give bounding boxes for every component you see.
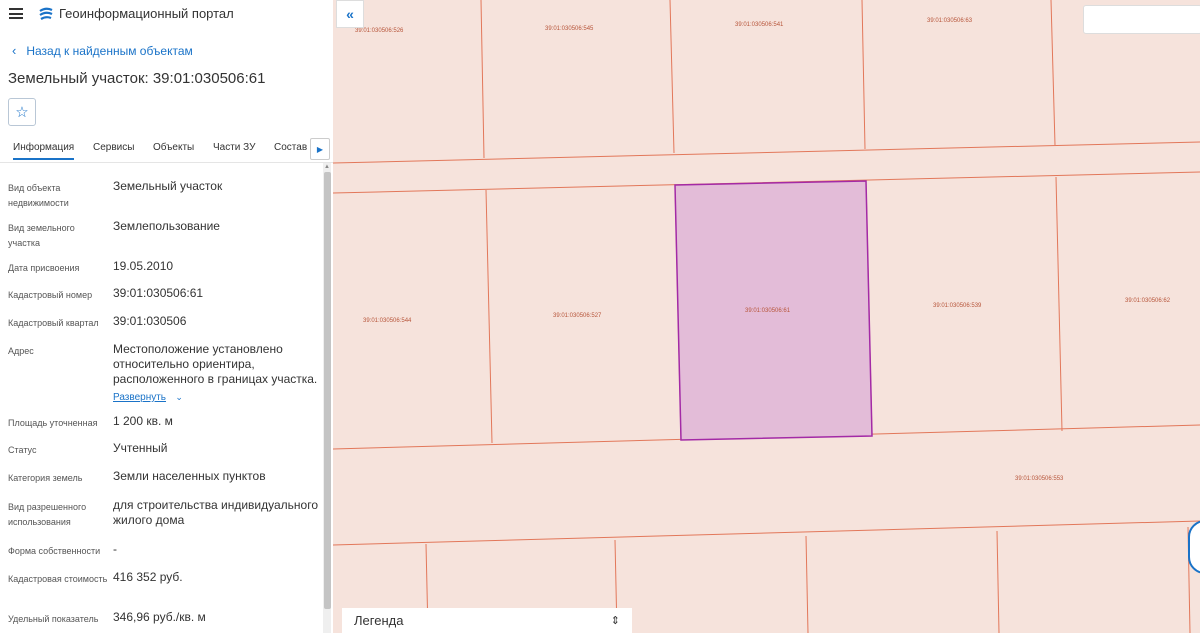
parcel-label: 39:01:030506:541: [735, 22, 784, 28]
property-value: Учтенный: [113, 441, 168, 455]
updown-chevron-icon: ⇕: [610, 615, 620, 627]
double-chevron-left-icon: «: [346, 6, 354, 22]
hamburger-icon[interactable]: [9, 8, 23, 19]
tab-parts[interactable]: Части ЗУ: [213, 142, 255, 153]
parcel-label: 39:01:030506:544: [363, 318, 412, 324]
map-search-input[interactable]: [1083, 5, 1200, 34]
property-value: 19.05.2010: [113, 259, 174, 273]
tab-services[interactable]: Сервисы: [93, 142, 134, 153]
chevron-down-icon: ⌄: [175, 392, 183, 402]
tab-objects[interactable]: Объекты: [153, 142, 194, 153]
tab-bar: Информация Сервисы Объекты Части ЗУ Сост…: [0, 136, 333, 163]
property-value: 1 200 кв. м: [113, 414, 173, 428]
property-value: Земельный участок: [113, 179, 223, 193]
property-label: Удельный показатель: [8, 614, 99, 624]
property-label: Кадастровая стоимость: [8, 574, 108, 584]
property-value: 346,96 руб./кв. м: [113, 610, 206, 624]
property-label: Адрес: [8, 346, 34, 356]
property-value: -: [113, 542, 117, 556]
parcel-label: 39:01:030506:539: [933, 303, 982, 309]
property-label: Вид объекта недвижимости: [8, 183, 69, 208]
parcel-label: 39:01:030506:61: [745, 308, 791, 314]
tabs-scroll-right-button[interactable]: ▶: [310, 138, 330, 160]
favorite-button[interactable]: ☆: [8, 98, 36, 126]
collapse-panel-button[interactable]: «: [336, 0, 364, 28]
property-value: для строительства индивидуального жилого…: [113, 498, 319, 527]
back-link-label: Назад к найденным объектам: [26, 43, 193, 58]
info-panel: Геоинформационный портал ‹ Назад к найде…: [0, 0, 334, 633]
property-label: Вид разрешенного использования: [8, 502, 87, 527]
property-value: 39:01:030506: [113, 314, 187, 328]
cadastral-map[interactable]: 39:01:030506:526 39:01:030506:545 39:01:…: [333, 0, 1200, 633]
scroll-up-icon[interactable]: ▲: [324, 164, 330, 170]
portal-logo-icon: [39, 7, 53, 20]
tab-composition[interactable]: Состав: [274, 142, 307, 153]
property-label: Форма собственности: [8, 546, 101, 556]
expand-address-link[interactable]: Развернуть: [113, 392, 166, 403]
chevron-left-icon: ‹: [12, 43, 17, 58]
property-label: Статус: [8, 445, 37, 455]
parcel-label: 39:01:030506:63: [927, 18, 973, 24]
parcel-label: 39:01:030506:553: [1015, 476, 1064, 482]
parcel-label: 39:01:030506:62: [1125, 298, 1171, 304]
parcel-label: 39:01:030506:545: [545, 26, 594, 32]
legend-label: Легенда: [354, 613, 404, 628]
properties-list: Вид объекта недвижимости Земельный участ…: [0, 163, 320, 633]
property-label: Вид земельного участка: [8, 223, 75, 248]
property-label: Кадастровый квартал: [8, 318, 99, 328]
property-label: Категория земель: [8, 473, 83, 483]
property-label: Дата присвоения: [8, 263, 80, 273]
parcel-label: 39:01:030506:527: [553, 313, 602, 319]
map-canvas[interactable]: 39:01:030506:526 39:01:030506:545 39:01:…: [333, 0, 1200, 633]
property-value: 416 352 руб.: [113, 570, 183, 584]
parcel-label: 39:01:030506:526: [355, 28, 404, 34]
property-value: 39:01:030506:61: [113, 286, 204, 300]
scrollbar-thumb[interactable]: [324, 172, 331, 609]
property-value: Землепользование: [113, 219, 220, 233]
property-value: Земли населенных пунктов: [113, 469, 266, 483]
property-value: Местоположение установлено относительно …: [113, 342, 318, 386]
property-label: Кадастровый номер: [8, 290, 93, 300]
top-bar: Геоинформационный портал: [0, 0, 333, 28]
property-label: Площадь уточненная: [8, 418, 98, 428]
address-value: Местоположение установлено относительно …: [113, 342, 318, 405]
legend-dropdown[interactable]: Легенда ⇕: [342, 608, 632, 633]
back-to-results-link[interactable]: ‹ Назад к найденным объектам: [12, 43, 193, 58]
locate-button[interactable]: [1188, 520, 1200, 574]
tab-information[interactable]: Информация: [13, 142, 75, 160]
object-title: Земельный участок: 39:01:030506:61: [8, 70, 266, 87]
chevron-right-icon: ▶: [316, 144, 324, 154]
app-title: Геоинформационный портал: [59, 6, 234, 21]
star-icon: ☆: [15, 104, 29, 121]
